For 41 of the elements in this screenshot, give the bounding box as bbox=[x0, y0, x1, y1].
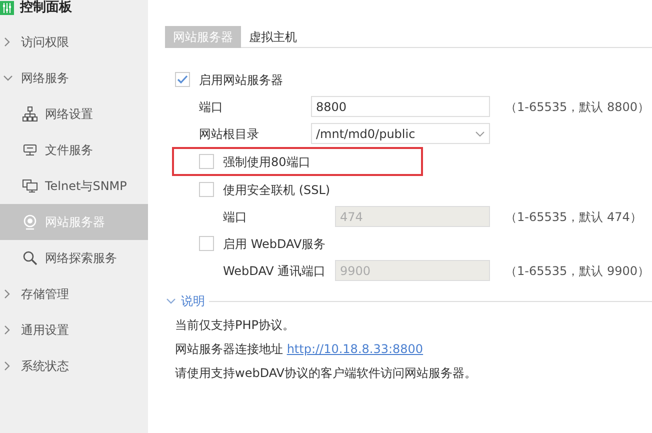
note-text: 请使用支持webDAV协议的客户端软件访问网站服务器。 bbox=[175, 365, 478, 382]
sidebar-item[interactable]: 网络设置 bbox=[0, 96, 148, 132]
notes-header[interactable]: 说明 bbox=[165, 292, 652, 310]
panel-title: 控制面板 bbox=[20, 0, 72, 17]
note-text: 当前仅支持PHP协议。 bbox=[175, 317, 296, 334]
network-icon bbox=[22, 106, 38, 122]
checkbox[interactable] bbox=[199, 154, 214, 169]
checkbox[interactable] bbox=[199, 182, 214, 197]
field-label: 端口 bbox=[223, 208, 248, 226]
checkbox[interactable] bbox=[199, 236, 214, 251]
checkbox-label: 强制使用80端口 bbox=[223, 154, 310, 170]
checkbox-label: 使用安全联机 (SSL) bbox=[223, 182, 330, 198]
dropdown-field[interactable]: /mnt/md0/public bbox=[311, 123, 490, 144]
sidebar-item[interactable]: 文件服务 bbox=[0, 132, 148, 168]
monitors-icon bbox=[22, 178, 38, 194]
checkbox-label: 启用 WebDAV服务 bbox=[223, 236, 326, 252]
range-hint: （1-65535，默认 474） bbox=[505, 208, 640, 226]
note-text: 网站服务器连接地址 http://10.18.8.33:8800 bbox=[175, 341, 424, 358]
file-share-icon bbox=[22, 142, 38, 158]
sidebar-group[interactable]: 通用设置 bbox=[0, 312, 148, 348]
webcam-icon bbox=[22, 214, 38, 230]
chevron-down-icon bbox=[475, 130, 485, 138]
input-field[interactable]: 8800 bbox=[311, 96, 490, 117]
checkmark-icon bbox=[177, 75, 188, 84]
range-hint: （1-65535，默认 8800） bbox=[505, 98, 640, 116]
range-hint: （1-65535，默认 9900） bbox=[505, 262, 640, 280]
search-icon bbox=[22, 250, 38, 266]
control-panel-icon bbox=[0, 0, 14, 14]
sidebar-item[interactable]: Telnet与SNMP bbox=[0, 168, 148, 204]
sidebar-group[interactable]: 存储管理 bbox=[0, 276, 148, 312]
sidebar-group[interactable]: 网络服务 bbox=[0, 60, 148, 96]
tab[interactable]: 虚拟主机 bbox=[241, 26, 305, 48]
server-link[interactable]: http://10.18.8.33:8800 bbox=[286, 342, 424, 356]
field-label: WebDAV 通讯端口 bbox=[223, 262, 327, 280]
field-label: 端口 bbox=[199, 98, 224, 116]
checkbox[interactable] bbox=[175, 72, 190, 87]
sidebar-item[interactable]: 网络探索服务 bbox=[0, 240, 148, 276]
sidebar-group[interactable]: 访问权限 bbox=[0, 24, 148, 60]
sidebar-group[interactable]: 系统状态 bbox=[0, 348, 148, 384]
field-label: 网站根目录 bbox=[199, 126, 260, 142]
checkbox-label: 启用网站服务器 bbox=[199, 72, 283, 88]
